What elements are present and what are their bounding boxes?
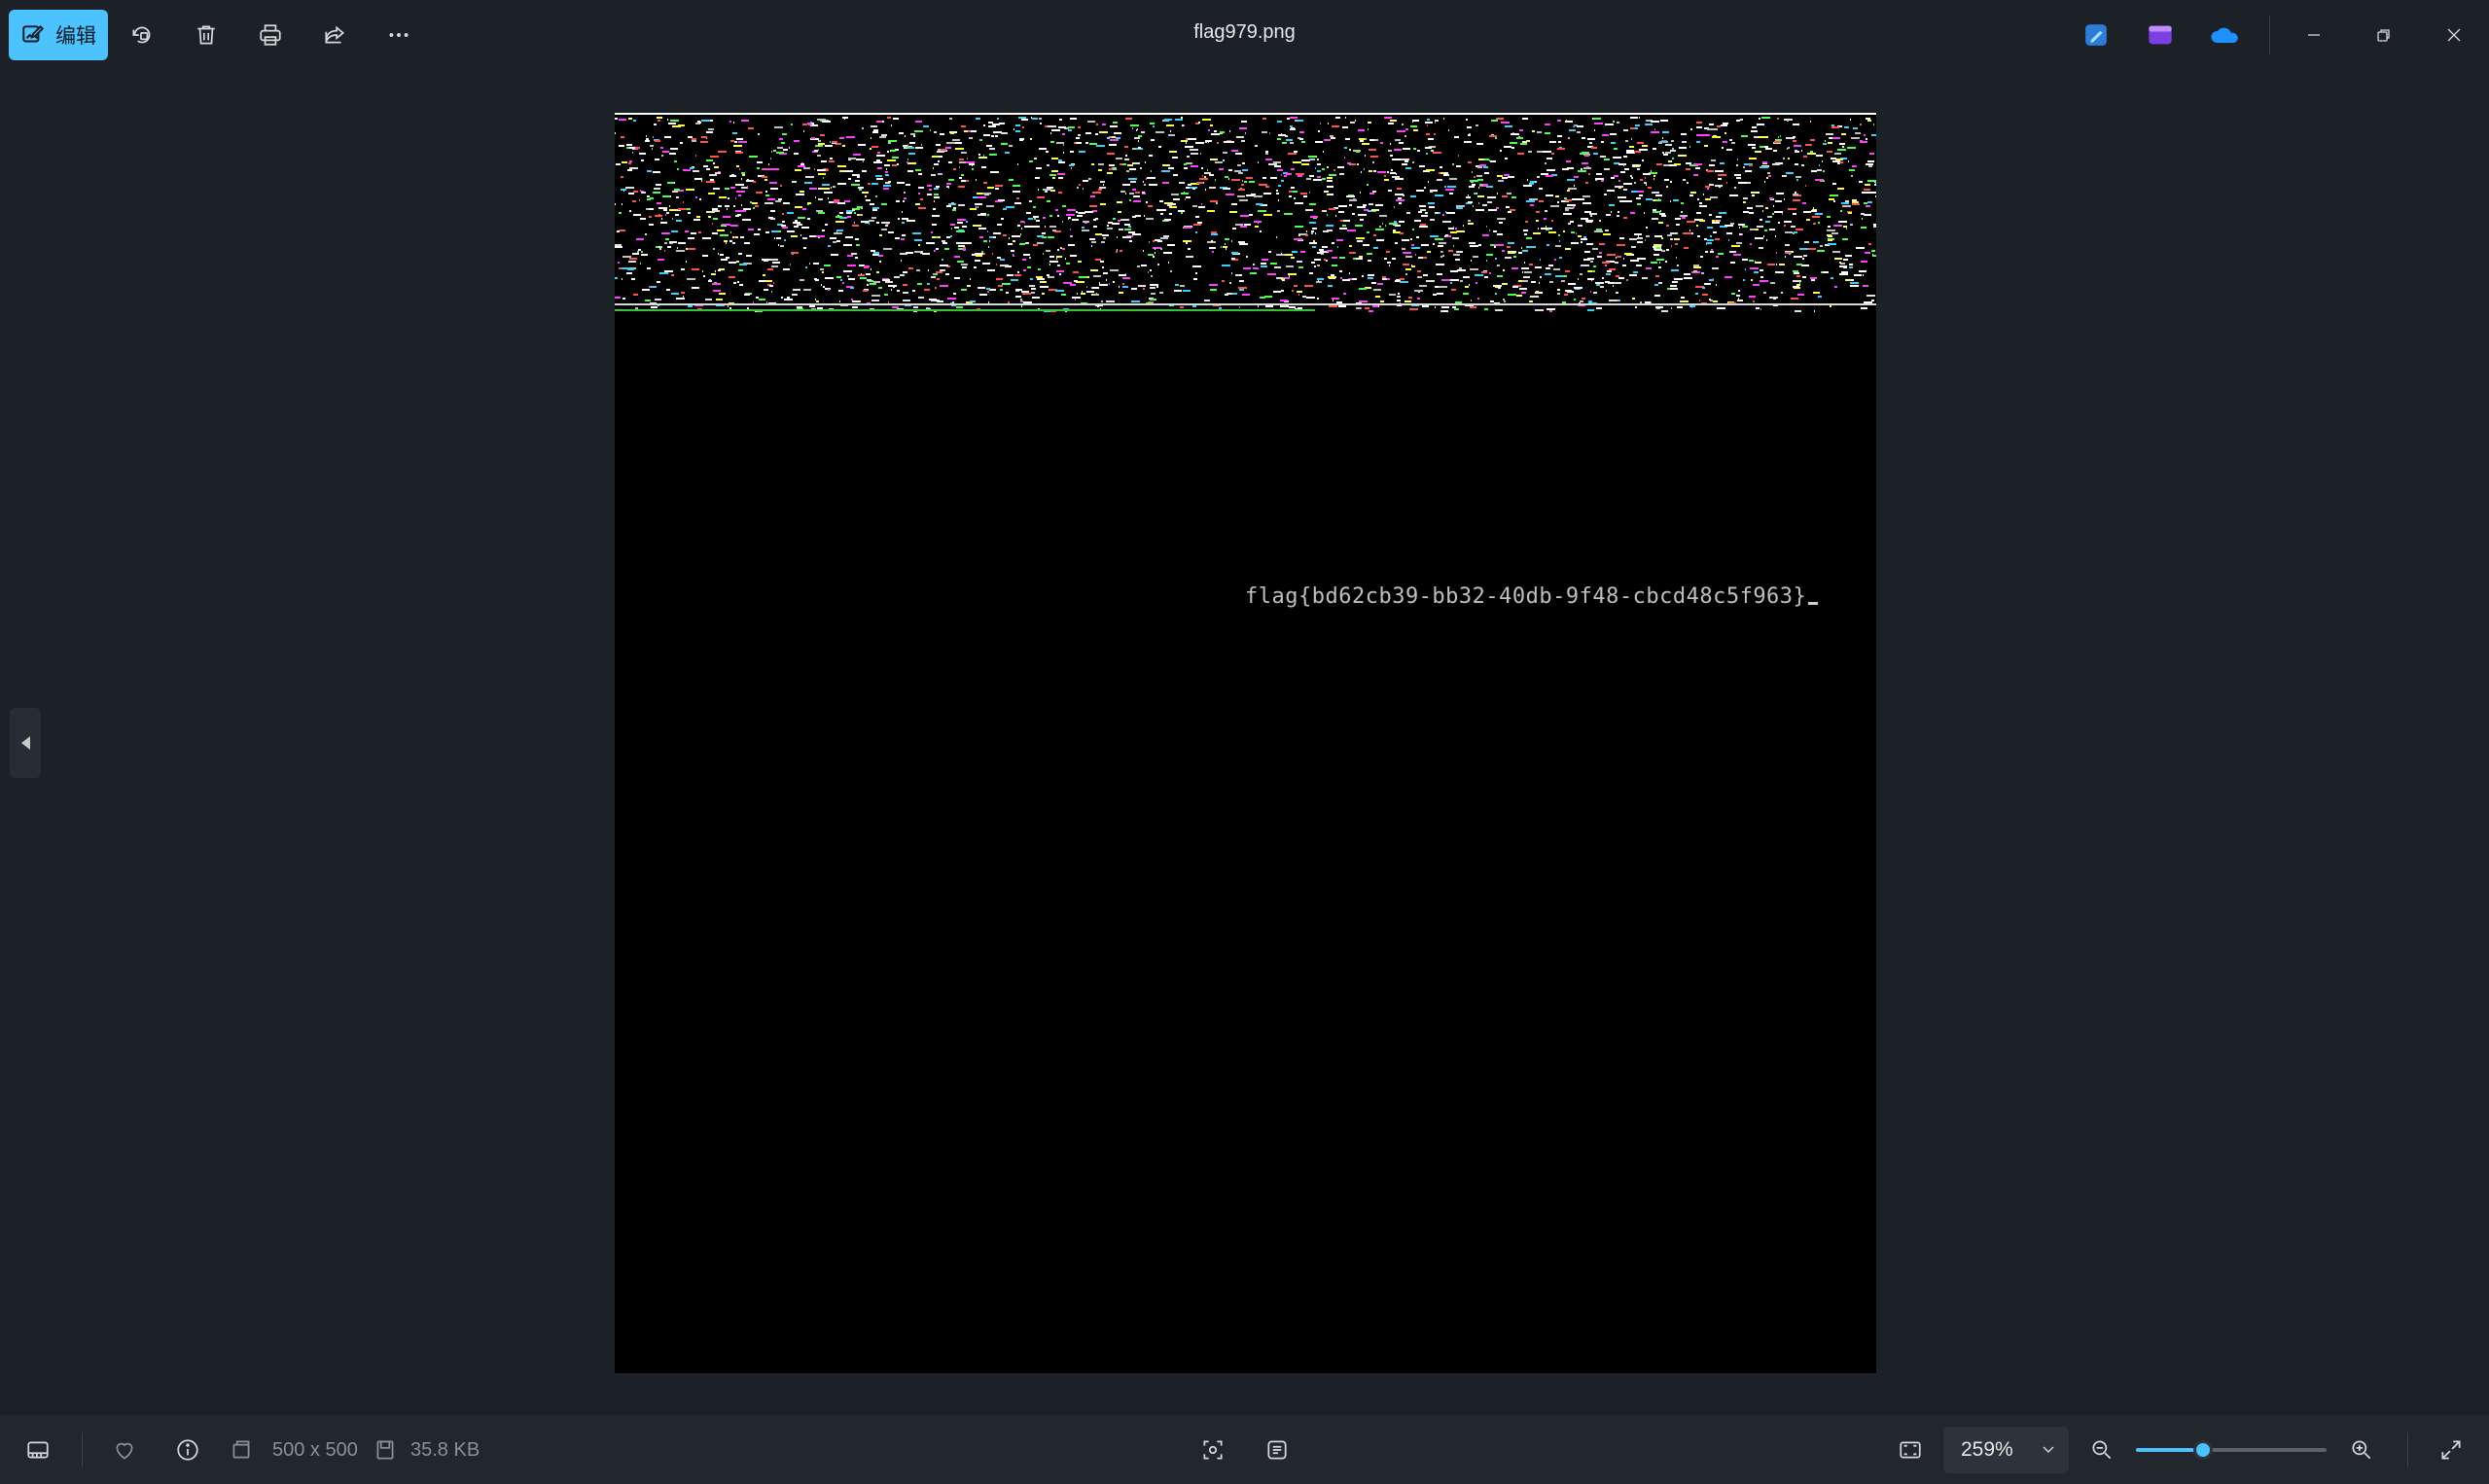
onedrive-icon — [2211, 27, 2238, 43]
heart-icon — [116, 1442, 133, 1460]
visual-search-button[interactable] — [1195, 1435, 1230, 1465]
zoom-slider-thumb[interactable] — [2192, 1440, 2213, 1460]
window-title: flag979.png — [1193, 21, 1296, 43]
clipchamp-icon — [2149, 25, 2172, 45]
close-button[interactable] — [2425, 14, 2483, 56]
info-icon — [177, 1439, 198, 1461]
chevron-down-icon — [2043, 1446, 2054, 1453]
flag-dot — [1808, 602, 1818, 605]
filmstrip-button[interactable] — [20, 1435, 55, 1465]
bottom-divider — [2407, 1432, 2408, 1467]
file-size-icon — [372, 1435, 399, 1465]
fullscreen-icon — [2441, 1440, 2461, 1460]
visual-search-icon — [1203, 1440, 1223, 1460]
side-panel-toggle[interactable] — [10, 708, 41, 778]
zoom-slider[interactable] — [2136, 1440, 2327, 1460]
toolbar-divider — [2269, 16, 2270, 54]
zoom-value: 259% — [1961, 1438, 2013, 1461]
flag-text: flag{bd62cb39-bb32-40db-9f48-cbcd48c5f96… — [1245, 584, 1807, 609]
image-canvas[interactable]: flag{bd62cb39-bb32-40db-9f48-cbcd48c5f96… — [615, 113, 1876, 1373]
restore-button[interactable] — [2355, 14, 2413, 56]
zoom-dropdown[interactable]: 259% — [1943, 1427, 2069, 1473]
info-button[interactable] — [170, 1435, 205, 1465]
zoom-in-icon — [2352, 1440, 2371, 1460]
favorite-button[interactable] — [107, 1435, 142, 1465]
zoom-out-button[interactable] — [2084, 1435, 2119, 1465]
text-recognition-button[interactable] — [1260, 1435, 1295, 1465]
minimize-icon — [2308, 34, 2320, 36]
bottom-divider — [82, 1432, 83, 1467]
file-size: 35.8 KB — [410, 1439, 480, 1461]
dimensions-icon — [228, 1435, 255, 1465]
clipchamp-button[interactable] — [2143, 18, 2178, 53]
top-toolbar: 编辑 flag979.png — [0, 0, 2489, 70]
fit-to-window-button[interactable] — [1893, 1435, 1928, 1465]
restore-icon — [2377, 29, 2390, 42]
fit-window-icon — [1900, 1441, 1921, 1459]
designer-button[interactable] — [2079, 18, 2114, 53]
noise-band — [615, 113, 1876, 315]
text-scan-icon — [1267, 1440, 1287, 1460]
chevron-left-icon — [21, 736, 30, 750]
filmstrip-icon — [27, 1441, 49, 1459]
image-dimensions: 500 x 500 — [272, 1439, 358, 1461]
minimize-button[interactable] — [2285, 14, 2343, 56]
zoom-in-button[interactable] — [2344, 1435, 2379, 1465]
close-icon — [2447, 28, 2461, 42]
designer-icon — [2085, 24, 2107, 46]
onedrive-button[interactable] — [2207, 18, 2242, 53]
bottom-toolbar: 500 x 500 35.8 KB 259% — [0, 1415, 2489, 1484]
fullscreen-button[interactable] — [2434, 1435, 2469, 1465]
zoom-out-icon — [2092, 1440, 2112, 1460]
